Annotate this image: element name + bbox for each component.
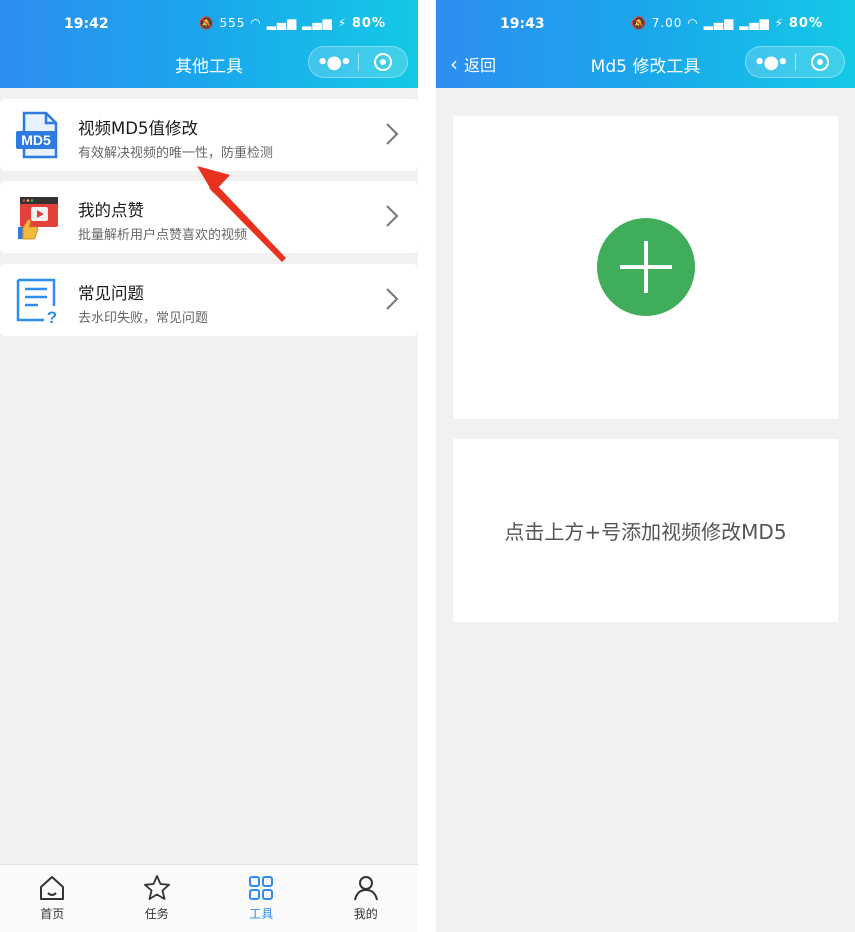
md5-tool-screen: 19:43 🔕 7.00 ◠ ▂▄▆ ▂▄▆ ⚡ 80% ‹ 返回 Md5 修改…	[436, 0, 855, 932]
upload-card	[453, 116, 838, 419]
status-bar: 19:43 🔕 7.00 ◠ ▂▄▆ ▂▄▆ ⚡ 80%	[436, 14, 855, 36]
signal-icon: ▂▄▆	[302, 16, 333, 30]
charging-icon: ⚡	[774, 16, 785, 30]
menu-item-likes[interactable]: 我的点赞 批量解析用户点赞喜欢的视频	[0, 181, 418, 253]
status-icons: 🔕 555 ◠ ▂▄▆ ▂▄▆ ⚡ 80%	[199, 16, 386, 31]
tab-bar: 首页 任务 工具 我的	[0, 864, 418, 932]
hint-text: 点击上方+号添加视频修改MD5	[504, 520, 787, 544]
net-speed: 555	[219, 16, 246, 30]
menu-item-md5[interactable]: MD5 视频MD5值修改 有效解决视频的唯一性，防重检测	[0, 99, 418, 171]
tools-screen: 19:42 🔕 555 ◠ ▂▄▆ ▂▄▆ ⚡ 80% 其他工具 •●• MD5…	[0, 0, 418, 932]
add-video-button[interactable]	[597, 218, 695, 316]
wifi-icon: ◠	[687, 16, 699, 30]
signal-icon: ▂▄▆	[266, 16, 298, 30]
tab-label: 工具	[249, 907, 274, 921]
menu-item-subtitle: 去水印失败，常见问题	[78, 311, 209, 326]
more-button[interactable]: •●•	[746, 47, 795, 77]
status-icons: 🔕 7.00 ◠ ▂▄▆ ▂▄▆ ⚡ 80%	[631, 16, 823, 31]
tab-label: 首页	[40, 907, 65, 921]
miniprogram-capsule: •●•	[308, 46, 408, 78]
target-icon	[373, 53, 392, 71]
like-video-icon	[18, 197, 58, 240]
header-bar: 19:43 🔕 7.00 ◠ ▂▄▆ ▂▄▆ ⚡ 80% ‹ 返回 Md5 修改…	[436, 0, 855, 88]
tab-tasks[interactable]: 任务	[105, 865, 210, 932]
tab-tools[interactable]: 工具	[209, 865, 314, 932]
nav-bar: 其他工具 •●•	[0, 46, 418, 80]
signal-icon: ▂▄▆	[739, 16, 770, 30]
tab-home[interactable]: 首页	[0, 865, 105, 932]
miniprogram-capsule: •●•	[745, 46, 845, 78]
home-icon	[40, 876, 65, 900]
header-bar: 19:42 🔕 555 ◠ ▂▄▆ ▂▄▆ ⚡ 80% 其他工具 •●•	[0, 0, 418, 88]
signal-icon: ▂▄▆	[703, 16, 735, 30]
net-speed: 7.00	[651, 16, 683, 30]
tab-label: 我的	[353, 907, 378, 921]
more-button[interactable]: •●•	[309, 47, 358, 77]
chevron-right-icon	[386, 123, 399, 145]
battery-level: 80%	[788, 16, 823, 31]
chevron-right-icon	[386, 288, 399, 310]
close-miniprogram-button[interactable]	[795, 47, 844, 77]
mute-icon: 🔕	[198, 16, 215, 30]
battery-level: 80%	[351, 16, 386, 31]
target-icon	[810, 53, 829, 71]
person-icon	[353, 876, 378, 901]
chevron-right-icon	[386, 205, 399, 227]
menu-item-title: 常见问题	[78, 284, 144, 303]
faq-document-icon: ?	[16, 278, 57, 324]
md5-icon-label: MD5	[21, 132, 51, 148]
status-bar: 19:42 🔕 555 ◠ ▂▄▆ ▂▄▆ ⚡ 80%	[0, 14, 418, 36]
close-miniprogram-button[interactable]	[358, 47, 407, 77]
charging-icon: ⚡	[337, 16, 348, 30]
tab-mine[interactable]: 我的	[314, 865, 419, 932]
star-icon	[143, 875, 170, 900]
menu-item-title: 我的点赞	[78, 201, 144, 220]
wifi-icon: ◠	[250, 16, 262, 30]
menu-item-subtitle: 批量解析用户点赞喜欢的视频	[78, 228, 248, 243]
menu-item-title: 视频MD5值修改	[78, 119, 198, 138]
status-time: 19:43	[500, 16, 545, 32]
menu-item-faq[interactable]: ? 常见问题 去水印失败，常见问题	[0, 264, 418, 336]
md5-file-icon: MD5	[16, 111, 58, 159]
status-time: 19:42	[64, 16, 109, 32]
hint-card: 点击上方+号添加视频修改MD5	[453, 439, 838, 622]
svg-text:?: ?	[47, 308, 57, 324]
menu-item-subtitle: 有效解决视频的唯一性，防重检测	[78, 146, 274, 161]
mute-icon: 🔕	[630, 16, 647, 30]
tab-label: 任务	[144, 907, 169, 921]
nav-bar: ‹ 返回 Md5 修改工具 •●•	[436, 46, 855, 80]
grid-icon	[249, 876, 274, 900]
